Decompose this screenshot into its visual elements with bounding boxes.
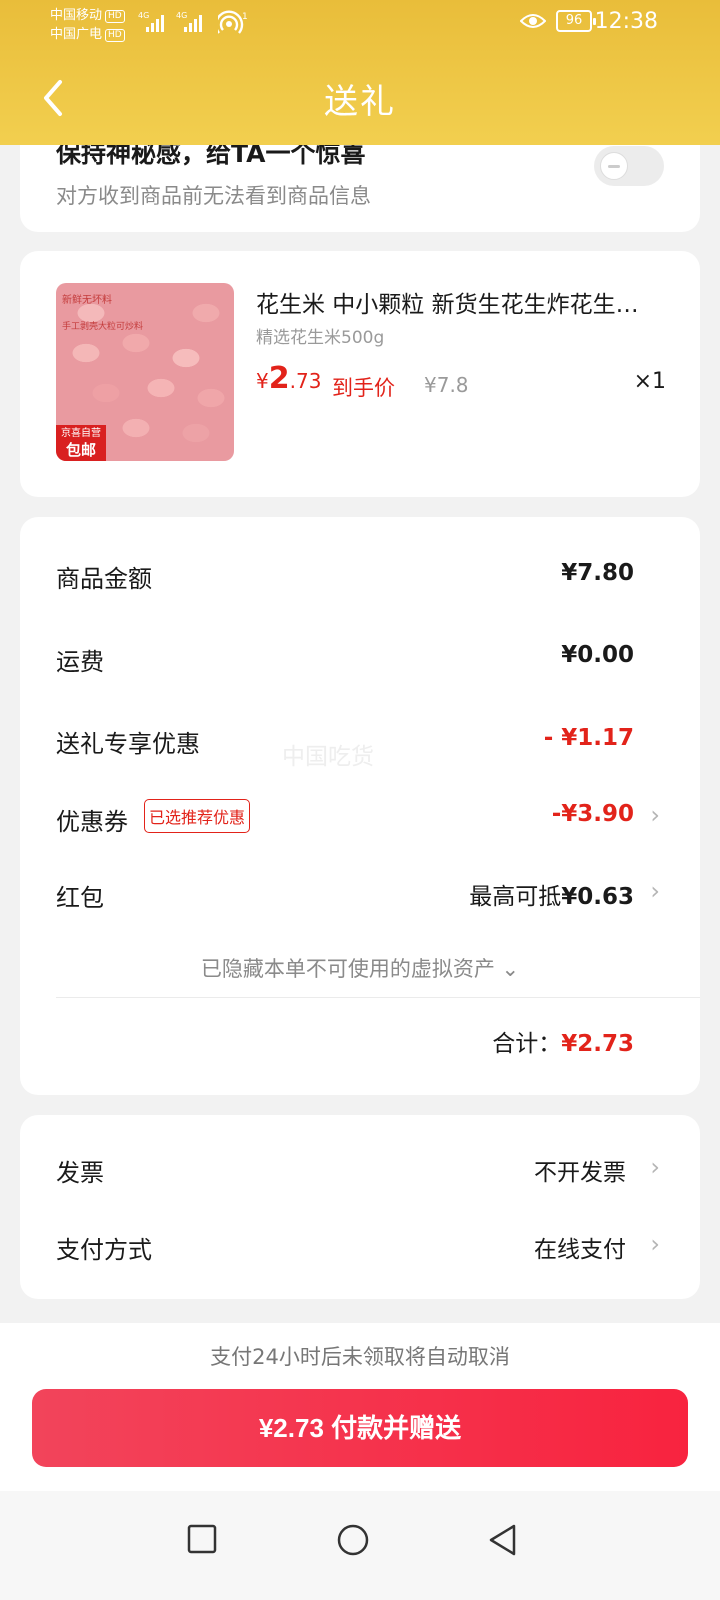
payment-method-label: 支付方式 bbox=[56, 1236, 152, 1264]
product-name[interactable]: 花生米 中小颗粒 新货生花生炸花生米 精选花生米500g bbox=[256, 285, 656, 319]
hongbao-chevron-icon[interactable]: › bbox=[650, 877, 660, 905]
payment-chevron-icon[interactable]: › bbox=[650, 1230, 660, 1258]
footer: 支付24小时后未领取将自动取消 ¥2.73 付款并赠送 bbox=[0, 1323, 720, 1600]
goods-amount-value: ¥7.80 bbox=[561, 560, 634, 586]
recent-apps-icon[interactable] bbox=[186, 1523, 218, 1555]
badge-bottom-text: 包邮 bbox=[65, 441, 96, 459]
options-card: 发票 不开发票 › 支付方式 在线支付 › bbox=[20, 1115, 700, 1299]
original-price: ¥7.8 bbox=[424, 373, 469, 397]
price-symbol: ¥ bbox=[256, 369, 269, 393]
battery-icon: 96 bbox=[556, 10, 596, 32]
coupon-recommend-tag: 已选推荐优惠 bbox=[144, 799, 251, 833]
total-label: 合计： bbox=[492, 1031, 562, 1057]
product-price: ¥2.73 bbox=[256, 361, 321, 396]
gift-discount-value: - ¥1.17 bbox=[543, 725, 634, 751]
hd-badge-1: HD bbox=[105, 10, 125, 23]
invoice-value[interactable]: 不开发票 bbox=[534, 1153, 626, 1187]
chevron-down-icon: ⌄ bbox=[501, 957, 520, 981]
price-tag: 到手价 bbox=[332, 376, 395, 400]
watermark: 中国吃货 bbox=[282, 744, 374, 770]
shipping-value: ¥0.00 bbox=[561, 642, 634, 668]
price-decimal: .73 bbox=[289, 369, 322, 393]
image-caption-2: 手工剥壳大粒可炒料 bbox=[62, 322, 144, 332]
order-total: 合计：¥2.73 bbox=[492, 1024, 634, 1058]
header: 送礼 bbox=[0, 60, 720, 134]
signal-icon-2: 4G bbox=[176, 11, 202, 32]
page-title: 送礼 bbox=[324, 82, 396, 122]
wifi-hotspot-icon: 1 bbox=[218, 10, 248, 34]
home-icon[interactable] bbox=[336, 1523, 370, 1557]
hidden-assets-toggle[interactable]: 已隐藏本单不可使用的虚拟资产 ⌄ bbox=[20, 953, 700, 983]
free-shipping-badge: 京喜自营 包邮 bbox=[56, 425, 106, 461]
coupon-value[interactable]: -¥3.90 bbox=[552, 801, 634, 827]
hongbao-amount: ¥0.63 bbox=[561, 884, 634, 910]
payment-method-value[interactable]: 在线支付 bbox=[534, 1230, 626, 1264]
invoice-chevron-icon[interactable]: › bbox=[650, 1153, 660, 1181]
coupon-label: 优惠券 bbox=[56, 808, 128, 836]
hidden-assets-text: 已隐藏本单不可使用的虚拟资产 bbox=[200, 957, 495, 981]
divider bbox=[56, 997, 700, 998]
network-type-1: 4G bbox=[138, 11, 150, 20]
image-caption-1: 新鲜无坏料 bbox=[62, 295, 112, 306]
product-card[interactable]: 新鲜无坏料 手工剥壳大粒可炒料 京喜自营 包邮 花生米 中小颗粒 新货生花生炸花… bbox=[20, 251, 700, 497]
pay-and-gift-button[interactable]: ¥2.73 付款并赠送 bbox=[32, 1389, 688, 1467]
back-nav-icon[interactable] bbox=[486, 1523, 520, 1557]
hongbao-value[interactable]: 最高可抵¥0.63 bbox=[469, 877, 634, 911]
hotspot-count: 1 bbox=[242, 12, 248, 22]
hongbao-prefix: 最高可抵 bbox=[469, 884, 562, 910]
network-type-2: 4G bbox=[176, 11, 188, 20]
product-image[interactable]: 新鲜无坏料 手工剥壳大粒可炒料 京喜自营 包邮 bbox=[56, 283, 234, 461]
hd-badge-2: HD bbox=[105, 29, 125, 42]
eye-comfort-icon bbox=[520, 14, 546, 28]
carrier-info: 中国移动 HD 中国广电 HD bbox=[50, 6, 125, 44]
secret-toggle[interactable] bbox=[594, 146, 664, 186]
total-value: ¥2.73 bbox=[561, 1031, 634, 1057]
product-quantity: ×1 bbox=[633, 369, 666, 394]
signal-icon-1: 4G bbox=[138, 11, 164, 32]
status-bar: 中国移动 HD 中国广电 HD 4G 4G 1 96 12:38 bbox=[0, 0, 720, 50]
toggle-knob bbox=[600, 152, 628, 180]
carrier-1: 中国移动 bbox=[50, 8, 103, 23]
goods-amount-label: 商品金额 bbox=[56, 565, 152, 593]
amounts-card: 商品金额 ¥7.80 运费 ¥0.00 送礼专享优惠 中国吃货 - ¥1.17 … bbox=[20, 517, 700, 1095]
invoice-label: 发票 bbox=[56, 1159, 104, 1187]
shipping-label: 运费 bbox=[56, 648, 104, 676]
gift-discount-label: 送礼专享优惠 bbox=[56, 730, 200, 758]
status-right: 96 bbox=[520, 10, 596, 32]
coupon-chevron-icon[interactable]: › bbox=[650, 801, 660, 829]
product-spec: 精选花生米500g bbox=[256, 328, 385, 348]
hongbao-label: 红包 bbox=[56, 884, 104, 912]
carrier-2: 中国广电 bbox=[50, 27, 103, 42]
top-bar: 中国移动 HD 中国广电 HD 4G 4G 1 96 12:38 送礼 bbox=[0, 0, 720, 145]
status-time: 12:38 bbox=[594, 9, 658, 34]
auto-cancel-notice: 支付24小时后未领取将自动取消 bbox=[210, 1345, 510, 1369]
badge-top-text: 京喜自营 bbox=[61, 428, 101, 439]
secret-subtitle: 对方收到商品前无法看到商品信息 bbox=[56, 184, 371, 208]
system-nav-bar bbox=[0, 1491, 720, 1600]
price-integer: 2 bbox=[268, 361, 290, 396]
